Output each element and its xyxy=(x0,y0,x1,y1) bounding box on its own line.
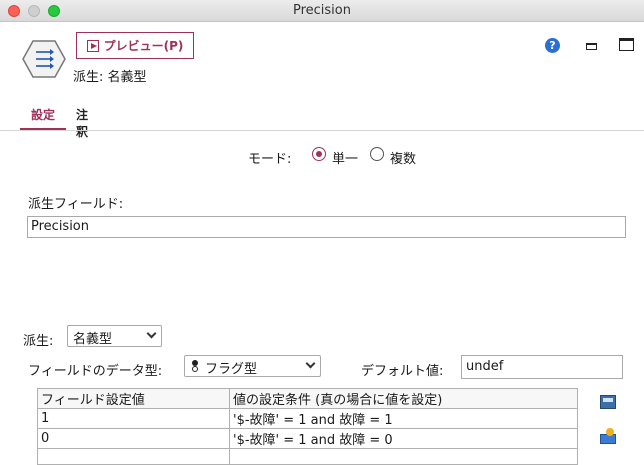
mode-single-radio[interactable] xyxy=(312,147,326,161)
add-rows-icon[interactable] xyxy=(600,428,616,444)
derive-as-value: 名義型 xyxy=(73,332,113,347)
derive-field-input[interactable]: Precision xyxy=(27,216,626,238)
mode-single-label[interactable]: 単一 xyxy=(332,148,358,167)
mode-multiple-label[interactable]: 複数 xyxy=(390,148,416,167)
default-value-label: デフォルト値: xyxy=(361,364,444,379)
flag-type-icon xyxy=(191,360,199,373)
minimize-icon[interactable] xyxy=(585,40,597,51)
tab-divider xyxy=(0,130,644,131)
conditions-table: フィールド設定値 値の設定条件 (真の場合に値を設定) 1 '$-故障' = 1… xyxy=(37,388,578,465)
table-header-row: フィールド設定値 値の設定条件 (真の場合に値を設定) xyxy=(37,388,578,409)
table-cell[interactable]: '$-故障' = 1 and 故障 = 1 xyxy=(229,408,578,429)
derive-as-label: 派生: xyxy=(23,334,54,349)
derive-field-label: 派生フィールド: xyxy=(28,197,124,212)
field-type-select[interactable]: フラグ型 xyxy=(184,355,321,377)
expression-builder-icon[interactable] xyxy=(600,395,616,409)
column-header-condition[interactable]: 値の設定条件 (真の場合に値を設定) xyxy=(229,388,578,409)
node-subtitle: 派生: 名義型 xyxy=(73,70,147,85)
table-cell[interactable]: 1 xyxy=(37,408,230,429)
table-cell[interactable]: '$-故障' = 1 and 故障 = 0 xyxy=(229,428,578,449)
default-value-input[interactable]: undef xyxy=(461,355,623,379)
help-icon[interactable]: ? xyxy=(545,38,560,53)
chevron-down-icon xyxy=(146,328,157,339)
column-header-set-value[interactable]: フィールド設定値 xyxy=(37,388,230,409)
chevron-down-icon xyxy=(305,358,316,369)
derive-node-icon xyxy=(22,40,66,78)
table-row[interactable]: 0 '$-故障' = 1 and 故障 = 0 xyxy=(37,428,578,449)
field-type-value: フラグ型 xyxy=(205,362,258,377)
table-row-empty[interactable] xyxy=(37,448,578,465)
mode-multiple-radio[interactable] xyxy=(370,147,384,161)
table-cell[interactable]: 0 xyxy=(37,428,230,449)
title-bar: Precision xyxy=(0,0,644,22)
preview-button-label: プレビュー(P) xyxy=(103,39,184,53)
derive-as-select[interactable]: 名義型 xyxy=(67,325,162,347)
table-cell[interactable] xyxy=(229,448,578,465)
maximize-icon[interactable] xyxy=(619,38,634,51)
mode-label: モード: xyxy=(248,152,292,167)
field-type-label: フィールドのデータ型: xyxy=(28,364,163,379)
play-icon xyxy=(86,39,99,52)
window-title: Precision xyxy=(292,3,351,18)
preview-button[interactable]: プレビュー(P) xyxy=(76,32,194,59)
table-cell[interactable] xyxy=(37,448,230,465)
table-row[interactable]: 1 '$-故障' = 1 and 故障 = 1 xyxy=(37,408,578,429)
tab-annotations[interactable]: 注釈 xyxy=(76,100,88,139)
tab-settings[interactable]: 設定 xyxy=(20,100,66,130)
